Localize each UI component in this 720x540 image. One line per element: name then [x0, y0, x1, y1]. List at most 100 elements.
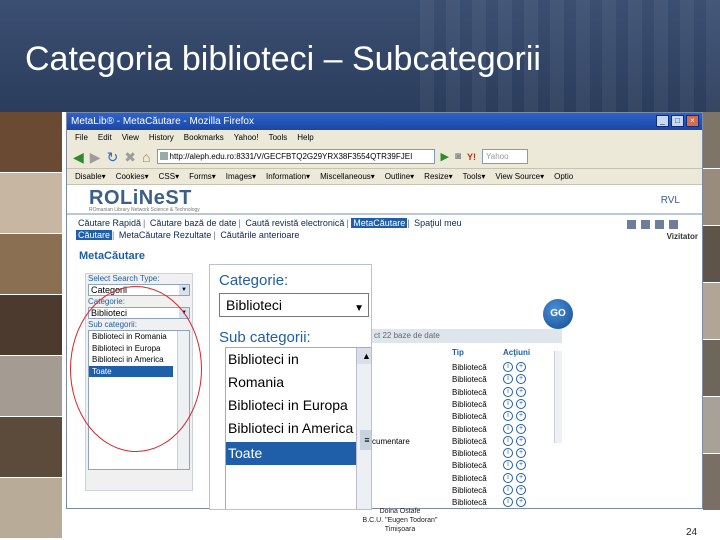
close-button[interactable]: ×	[686, 115, 699, 127]
add-icon[interactable]: +	[516, 472, 526, 483]
toolbar-options[interactable]: Optio	[554, 169, 573, 184]
zoom-category-label: Categorie:	[219, 272, 289, 289]
results-scrollbar[interactable]	[554, 351, 562, 443]
slide-header: Categoria biblioteci – Subcategorii	[0, 0, 720, 112]
add-icon[interactable]: +	[516, 460, 526, 471]
rss-icon: ◙	[454, 150, 462, 162]
nav-quick-search[interactable]: Căutare Rapidă	[76, 218, 143, 228]
reload-icon[interactable]: ↻	[107, 150, 119, 164]
add-icon[interactable]: +	[516, 411, 526, 422]
row-type: Bibliotecă	[452, 461, 487, 471]
info-icon[interactable]: i	[503, 386, 513, 397]
toolbar-images[interactable]: Images▾	[226, 169, 256, 184]
menu-bookmarks[interactable]: Bookmarks	[184, 130, 224, 145]
toolbar-resize[interactable]: Resize▾	[424, 169, 452, 184]
info-icon[interactable]: i	[503, 485, 513, 495]
menu-file[interactable]: File	[75, 130, 88, 145]
nav-ejournal-search[interactable]: Caută revistă electronică	[243, 218, 346, 228]
slide-title: Categoria biblioteci – Subcategorii	[25, 40, 541, 78]
menu-yahoo[interactable]: Yahoo!	[234, 130, 259, 145]
row-type: Bibliotecă	[452, 375, 487, 385]
zoom-subcategory-option[interactable]: Biblioteci in Europa	[226, 394, 356, 417]
subnav-metasearch-results[interactable]: MetaCăutare Rezultate	[117, 230, 214, 240]
menu-view[interactable]: View	[122, 130, 139, 145]
info-icon[interactable]: i	[503, 411, 513, 422]
user-status: Vizitator	[666, 232, 698, 241]
help-icon[interactable]	[641, 220, 650, 229]
yahoo-icon[interactable]: Y!	[467, 150, 476, 164]
toolbar-disable[interactable]: Disable▾	[75, 169, 106, 184]
add-icon[interactable]: +	[516, 398, 526, 409]
info-icon[interactable]: i	[503, 497, 513, 508]
row-type: Bibliotecă	[452, 412, 487, 422]
menu-bar: File Edit View History Bookmarks Yahoo! …	[67, 130, 702, 145]
info-icon[interactable]: i	[503, 460, 513, 471]
info-icon[interactable]: i	[503, 472, 513, 483]
maximize-button[interactable]: □	[671, 115, 684, 127]
minimize-button[interactable]: _	[656, 115, 669, 127]
zoom-subcategory-list[interactable]: Biblioteci in Romania Biblioteci in Euro…	[225, 347, 371, 509]
preferences-icon[interactable]	[627, 220, 636, 229]
zoom-subcategory-option-selected[interactable]: Toate	[226, 442, 356, 465]
add-icon[interactable]: +	[516, 374, 526, 385]
toolbar-css[interactable]: CSS▾	[159, 169, 179, 184]
navigation-bar: ◀ ▶ ↻ ✖ ⌂ http://aleph.edu.ro:8331/V/GEC…	[67, 145, 702, 169]
toolbar-miscellaneous[interactable]: Miscellaneous▾	[320, 169, 375, 184]
add-icon[interactable]: +	[516, 423, 526, 434]
exit-icon[interactable]	[669, 220, 678, 229]
zoom-subcategory-option[interactable]: Biblioteci in America	[226, 417, 356, 440]
zoom-scrollbar[interactable]: ▲ ≡	[356, 348, 371, 509]
menu-history[interactable]: History	[149, 130, 174, 145]
back-icon[interactable]: ◀	[73, 150, 84, 164]
subnav-search[interactable]: Căutare	[76, 230, 113, 240]
toolbar-outline[interactable]: Outline▾	[385, 169, 414, 184]
scroll-thumb[interactable]: ≡	[360, 430, 371, 450]
info-icon[interactable]: i	[503, 448, 513, 459]
rvl-label: RVL	[660, 195, 680, 206]
add-icon[interactable]: +	[516, 435, 526, 446]
table-row: Bibliotecă i +	[372, 398, 562, 411]
row-type: Bibliotecă	[452, 387, 487, 397]
toolbar-cookies[interactable]: Cookies▾	[116, 169, 149, 184]
subnav-previous-searches[interactable]: Căutările anterioare	[218, 230, 301, 240]
add-icon[interactable]: +	[516, 485, 526, 495]
table-row: Bibliotecă i +	[372, 459, 562, 472]
nav-metasearch[interactable]: MetaCăutare	[351, 218, 408, 228]
toolbar-tools[interactable]: Tools▾	[463, 169, 486, 184]
zoom-category-value: Biblioteci	[226, 297, 283, 313]
row-name[interactable]: cumentare	[372, 435, 410, 448]
toolbar-view-source[interactable]: View Source▾	[495, 169, 544, 184]
add-icon[interactable]: +	[516, 448, 526, 459]
info-icon[interactable]: i	[503, 398, 513, 409]
menu-tools[interactable]: Tools	[269, 130, 288, 145]
toolbar-forms[interactable]: Forms▾	[189, 169, 216, 184]
footer-author: Doina Ostafe	[379, 508, 421, 515]
home-icon[interactable]: ⌂	[142, 150, 150, 164]
row-type: Bibliotecă	[452, 498, 487, 508]
stop-icon[interactable]: ✖	[124, 150, 136, 164]
zoom-subcategory-option[interactable]: Biblioteci in Romania	[226, 348, 356, 394]
info-icon[interactable]: i	[503, 423, 513, 434]
logo-subtitle: ROmanian Library Network Science & Techn…	[89, 207, 200, 213]
nav-database-search[interactable]: Căutare bază de date	[148, 218, 239, 228]
zoom-category-select[interactable]: Biblioteci ▼	[219, 293, 369, 317]
slide-footer: Doina Ostafe B.C.U. "Eugen Todoran" Timi…	[350, 507, 450, 534]
zoom-subcategory-label: Sub categorii:	[219, 329, 311, 346]
window-title: MetaLib® - MetaCăutare - Mozilla Firefox	[71, 116, 254, 127]
info-icon[interactable]: i	[503, 374, 513, 385]
info-icon[interactable]: i	[503, 435, 513, 446]
forward-icon[interactable]: ▶	[90, 150, 101, 164]
go-arrow-icon[interactable]: ▶	[441, 150, 449, 164]
add-icon[interactable]: +	[516, 362, 526, 372]
nav-my-space[interactable]: Spaţiul meu	[412, 218, 464, 228]
add-icon[interactable]: +	[516, 386, 526, 397]
add-icon[interactable]: +	[516, 497, 526, 508]
info-icon[interactable]	[655, 220, 664, 229]
menu-help[interactable]: Help	[297, 130, 313, 145]
toolbar-information[interactable]: Information▾	[266, 169, 310, 184]
menu-edit[interactable]: Edit	[98, 130, 112, 145]
info-icon[interactable]: i	[503, 362, 513, 372]
url-input[interactable]: http://aleph.edu.ro:8331/V/GECFBTQ2G29YR…	[156, 149, 435, 164]
search-input[interactable]: Yahoo	[482, 149, 529, 164]
scroll-up-icon[interactable]: ▲	[357, 348, 371, 364]
